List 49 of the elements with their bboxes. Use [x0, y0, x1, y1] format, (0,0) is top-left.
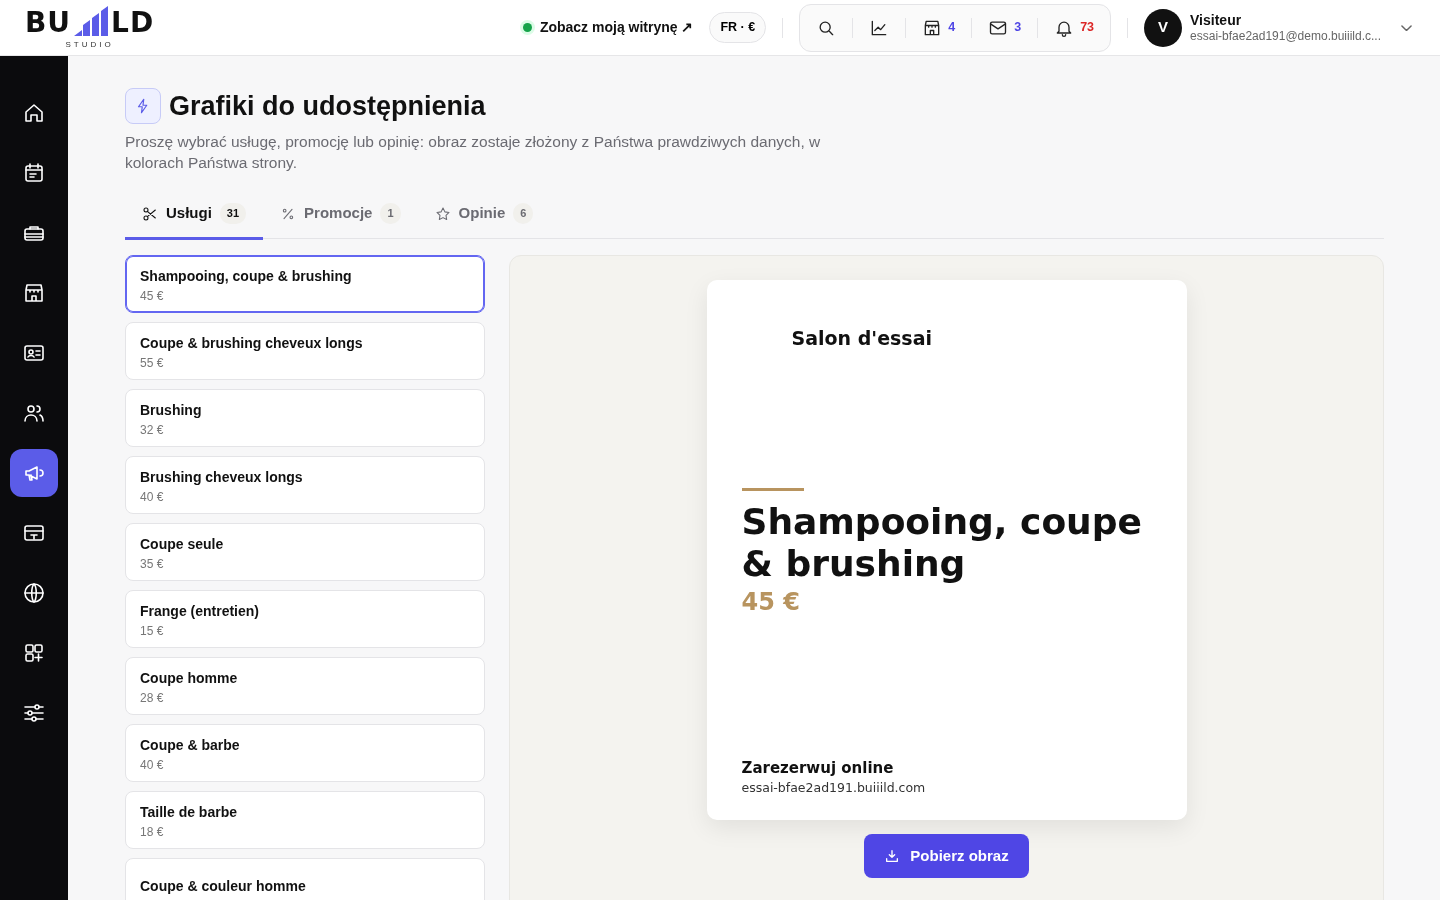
- user-email: essai-bfae2ad191@demo.buiiild.c...: [1190, 28, 1381, 44]
- service-item[interactable]: Coupe seule 35 €: [125, 522, 485, 581]
- download-button[interactable]: Pobierz obraz: [864, 833, 1029, 879]
- logo-bars-icon: [73, 6, 110, 37]
- logo-tagline: STUDIO: [65, 41, 114, 50]
- tab-count: 31: [219, 203, 247, 224]
- mail-button[interactable]: 3: [984, 13, 1026, 42]
- tab-count: 1: [380, 203, 401, 224]
- service-item[interactable]: Coupe & couleur homme: [125, 857, 485, 900]
- sidebar-item[interactable]: [10, 449, 58, 498]
- preview-title: Shampooing, coupe & brushing: [741, 501, 1143, 585]
- star-icon: [434, 205, 451, 222]
- scissors-icon: [142, 205, 158, 222]
- business-name: Salon d'essai: [791, 325, 933, 351]
- service-item[interactable]: Shampooing, coupe & brushing 45 €: [125, 254, 485, 313]
- service-item[interactable]: Brushing 32 €: [125, 388, 485, 447]
- tab[interactable]: Opinie 6: [417, 192, 551, 240]
- language-selector[interactable]: FR · €: [709, 12, 767, 44]
- notification-count: 3: [1014, 19, 1022, 37]
- logo-text: BU: [25, 9, 72, 38]
- service-item[interactable]: Coupe homme 28 €: [125, 656, 485, 715]
- store-button[interactable]: 4: [918, 13, 960, 42]
- preview-url: essai-bfae2ad191.buiiild.com: [741, 779, 927, 797]
- tab-label: Opinie: [458, 203, 506, 224]
- tab[interactable]: Usługi 31: [125, 192, 264, 240]
- chevron-down-icon: [1401, 24, 1412, 31]
- globe-icon: [22, 581, 46, 606]
- service-item[interactable]: Brushing cheveux longs 40 €: [125, 455, 485, 514]
- tab[interactable]: Promocje 1: [263, 192, 418, 240]
- service-item[interactable]: Coupe & barbe 40 €: [125, 723, 485, 782]
- notification-count: 4: [948, 19, 956, 37]
- user-avatar: V: [1144, 8, 1183, 47]
- site-link[interactable]: Zobacz moją witrynę ↗: [539, 17, 694, 39]
- download-icon: [884, 848, 901, 864]
- tab-label: Promocje: [304, 203, 373, 224]
- accent-line: [741, 488, 804, 492]
- tab-label: Usługi: [166, 203, 212, 224]
- notification-count: 73: [1080, 19, 1095, 37]
- page-description: Proszę wybrać usługę, promocję lub opinię: obraz zostaje złożony z Państwa prawdziwych danych, w kolorach Państwa strony.: [125, 132, 822, 174]
- service-item[interactable]: Frange (entretien) 15 €: [125, 589, 485, 648]
- page-title: Grafiki do udostępnienia: [169, 90, 486, 123]
- logo-text: LD: [111, 9, 155, 38]
- tab-count: 6: [513, 203, 534, 224]
- user-name: Visiteur: [1190, 12, 1243, 29]
- preview-price: 45 €: [741, 587, 801, 619]
- bell-button[interactable]: 73: [1050, 13, 1099, 42]
- service-item[interactable]: Coupe & brushing cheveux longs 55 €: [125, 321, 485, 380]
- service-item[interactable]: Taille de barbe 18 €: [125, 790, 485, 849]
- preview-cta: Zarezerwuj online: [741, 757, 895, 779]
